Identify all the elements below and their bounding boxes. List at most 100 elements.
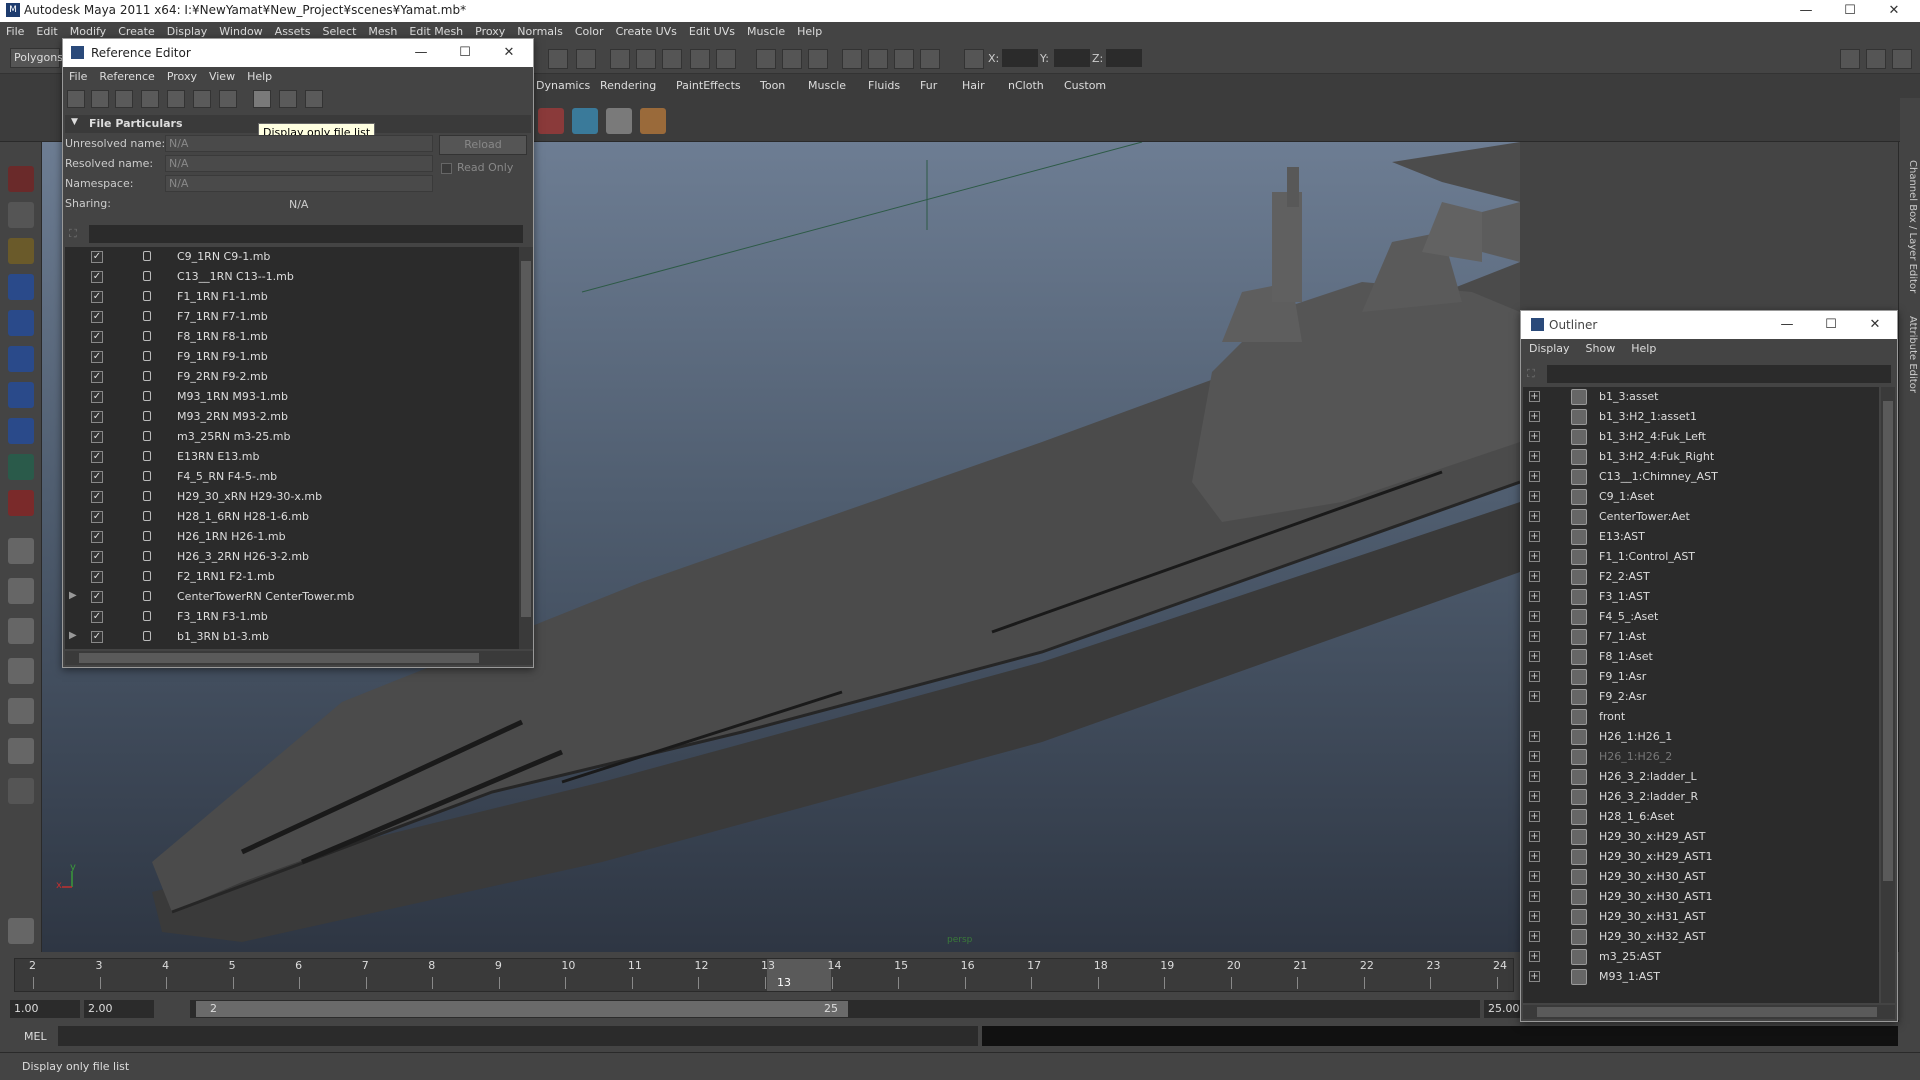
outliner-item[interactable]: + F7_1:Ast xyxy=(1523,627,1879,647)
filter-icon[interactable]: ⛶ xyxy=(69,227,83,241)
expand-plus-icon[interactable]: + xyxy=(1529,751,1540,762)
render-view-icon[interactable] xyxy=(842,49,862,69)
shelf-tab-painteffects[interactable]: PaintEffects xyxy=(676,79,741,92)
select-hierarchy-icon[interactable] xyxy=(610,49,630,69)
outliner-item[interactable]: + H29_30_x:H31_AST xyxy=(1523,907,1879,927)
lock-icon[interactable] xyxy=(143,571,151,581)
display-both-icon[interactable] xyxy=(305,90,323,108)
outliner-item[interactable]: + H26_3_2:ladder_L xyxy=(1523,767,1879,787)
construction-history-icon[interactable] xyxy=(808,49,828,69)
outliner-item[interactable]: + C13__1:Chimney_AST xyxy=(1523,467,1879,487)
expand-plus-icon[interactable]: + xyxy=(1529,391,1540,402)
reload-button[interactable]: Reload xyxy=(439,135,527,155)
menu-edit-uvs[interactable]: Edit UVs xyxy=(683,22,741,41)
select-object-icon[interactable] xyxy=(636,49,656,69)
ol-menu-display[interactable]: Display xyxy=(1521,339,1578,358)
outliner-item[interactable]: + b1_3:H2_1:asset1 xyxy=(1523,407,1879,427)
menu-edit[interactable]: Edit xyxy=(30,22,63,41)
outliner-item[interactable]: + F3_1:AST xyxy=(1523,587,1879,607)
expand-arrow-icon[interactable]: ▶ xyxy=(69,630,77,641)
load-checkbox[interactable]: ✓ xyxy=(91,631,103,643)
expand-plus-icon[interactable]: + xyxy=(1529,551,1540,562)
outliner-item[interactable]: + E13:AST xyxy=(1523,527,1879,547)
expand-plus-icon[interactable]: + xyxy=(1529,831,1540,842)
y-field[interactable] xyxy=(1054,49,1090,67)
snap-grid-icon[interactable] xyxy=(690,49,710,69)
load-checkbox[interactable]: ✓ xyxy=(91,571,103,583)
expand-plus-icon[interactable]: + xyxy=(1529,851,1540,862)
reference-row[interactable]: ✓ F2_1RN1 F2-1.mb xyxy=(65,567,519,587)
expand-plus-icon[interactable]: + xyxy=(1529,971,1540,982)
lock-icon[interactable] xyxy=(143,351,151,361)
shelf-tab-fluids[interactable]: Fluids xyxy=(868,79,900,92)
manipulator-tool-icon[interactable] xyxy=(8,382,34,408)
toggle-channel-box-icon[interactable] xyxy=(1892,49,1912,69)
shelf-tab-dynamics[interactable]: Dynamics xyxy=(536,79,590,92)
outliner-item[interactable]: + b1_3:asset xyxy=(1523,387,1879,407)
reference-row[interactable]: ✓ E13RN E13.mb xyxy=(65,447,519,467)
load-checkbox[interactable]: ✓ xyxy=(91,551,103,563)
expand-plus-icon[interactable]: + xyxy=(1529,951,1540,962)
layout-four-icon[interactable] xyxy=(8,578,34,604)
range-bar[interactable]: 2 25 xyxy=(190,1000,1480,1018)
outliner-item[interactable]: + F9_1:Asr xyxy=(1523,667,1879,687)
expand-plus-icon[interactable]: + xyxy=(1529,731,1540,742)
reference-row[interactable]: ✓ F9_2RN F9-2.mb xyxy=(65,367,519,387)
expand-plus-icon[interactable]: + xyxy=(1529,411,1540,422)
menu-create-uvs[interactable]: Create UVs xyxy=(610,22,683,41)
re-menu-reference[interactable]: Reference xyxy=(93,67,160,86)
outliner-hscroll[interactable] xyxy=(1523,1005,1895,1019)
outliner-item[interactable]: + M93_1:AST xyxy=(1523,967,1879,987)
load-checkbox[interactable]: ✓ xyxy=(91,271,103,283)
re-minimize-icon[interactable]: — xyxy=(399,39,443,67)
expand-plus-icon[interactable]: + xyxy=(1529,891,1540,902)
load-checkbox[interactable]: ✓ xyxy=(91,371,103,383)
maximize-icon[interactable]: ☐ xyxy=(1828,0,1872,22)
end-time-field[interactable]: 25.00 xyxy=(1484,1000,1524,1018)
ol-menu-show[interactable]: Show xyxy=(1578,339,1624,358)
shelf-render-icon[interactable] xyxy=(572,108,598,134)
menu-set-dropdown[interactable]: Polygons xyxy=(10,48,63,68)
lock-icon[interactable] xyxy=(143,531,151,541)
expand-plus-icon[interactable]: + xyxy=(1529,611,1540,622)
expand-plus-icon[interactable]: + xyxy=(1529,931,1540,942)
reference-row[interactable]: ✓ M93_2RN M93-2.mb xyxy=(65,407,519,427)
load-checkbox[interactable]: ✓ xyxy=(91,311,103,323)
layout-graph-icon[interactable] xyxy=(8,658,34,684)
expand-plus-icon[interactable]: + xyxy=(1529,871,1540,882)
shelf-tab-hair[interactable]: Hair xyxy=(962,79,985,92)
ol-maximize-icon[interactable]: ☐ xyxy=(1809,311,1853,339)
command-input[interactable] xyxy=(58,1026,978,1046)
outliner-hscroll-thumb[interactable] xyxy=(1537,1007,1877,1017)
select-component-icon[interactable] xyxy=(662,49,682,69)
lock-icon[interactable] xyxy=(143,391,151,401)
outliner-item[interactable]: + b1_3:H2_4:Fuk_Left xyxy=(1523,427,1879,447)
reference-list-vscroll-thumb[interactable] xyxy=(521,261,531,617)
select-tool-icon[interactable] xyxy=(8,166,34,192)
lock-icon[interactable] xyxy=(143,611,151,621)
outliner-item[interactable]: + H29_30_x:H30_AST1 xyxy=(1523,887,1879,907)
output-ops-icon[interactable] xyxy=(782,49,802,69)
read-only-checkbox[interactable] xyxy=(441,163,452,174)
load-checkbox[interactable]: ✓ xyxy=(91,531,103,543)
expand-plus-icon[interactable]: + xyxy=(1529,771,1540,782)
lock-icon[interactable] xyxy=(143,491,151,501)
expand-plus-icon[interactable]: + xyxy=(1529,651,1540,662)
menu-file[interactable]: File xyxy=(0,22,30,41)
select-mode-icon[interactable] xyxy=(576,49,596,69)
shelf-tab-ncloth[interactable]: nCloth xyxy=(1008,79,1044,92)
re-close-icon[interactable]: ✕ xyxy=(487,39,531,67)
menu-help[interactable]: Help xyxy=(791,22,828,41)
ol-minimize-icon[interactable]: — xyxy=(1765,311,1809,339)
re-menu-view[interactable]: View xyxy=(203,67,241,86)
expand-plus-icon[interactable]: + xyxy=(1529,631,1540,642)
menu-muscle[interactable]: Muscle xyxy=(741,22,791,41)
load-checkbox[interactable]: ✓ xyxy=(91,251,103,263)
reference-row[interactable]: ▶ ✓ b1_3RN b1-3.mb xyxy=(65,627,519,647)
outliner-item[interactable]: + H29_30_x:H29_AST xyxy=(1523,827,1879,847)
select-file-icon[interactable] xyxy=(219,90,237,108)
outliner-item[interactable]: + F8_1:Aset xyxy=(1523,647,1879,667)
outliner-item[interactable]: + C9_1:Aset xyxy=(1523,487,1879,507)
shelf-tab-fur[interactable]: Fur xyxy=(920,79,937,92)
snap-curve-icon[interactable] xyxy=(716,49,736,69)
